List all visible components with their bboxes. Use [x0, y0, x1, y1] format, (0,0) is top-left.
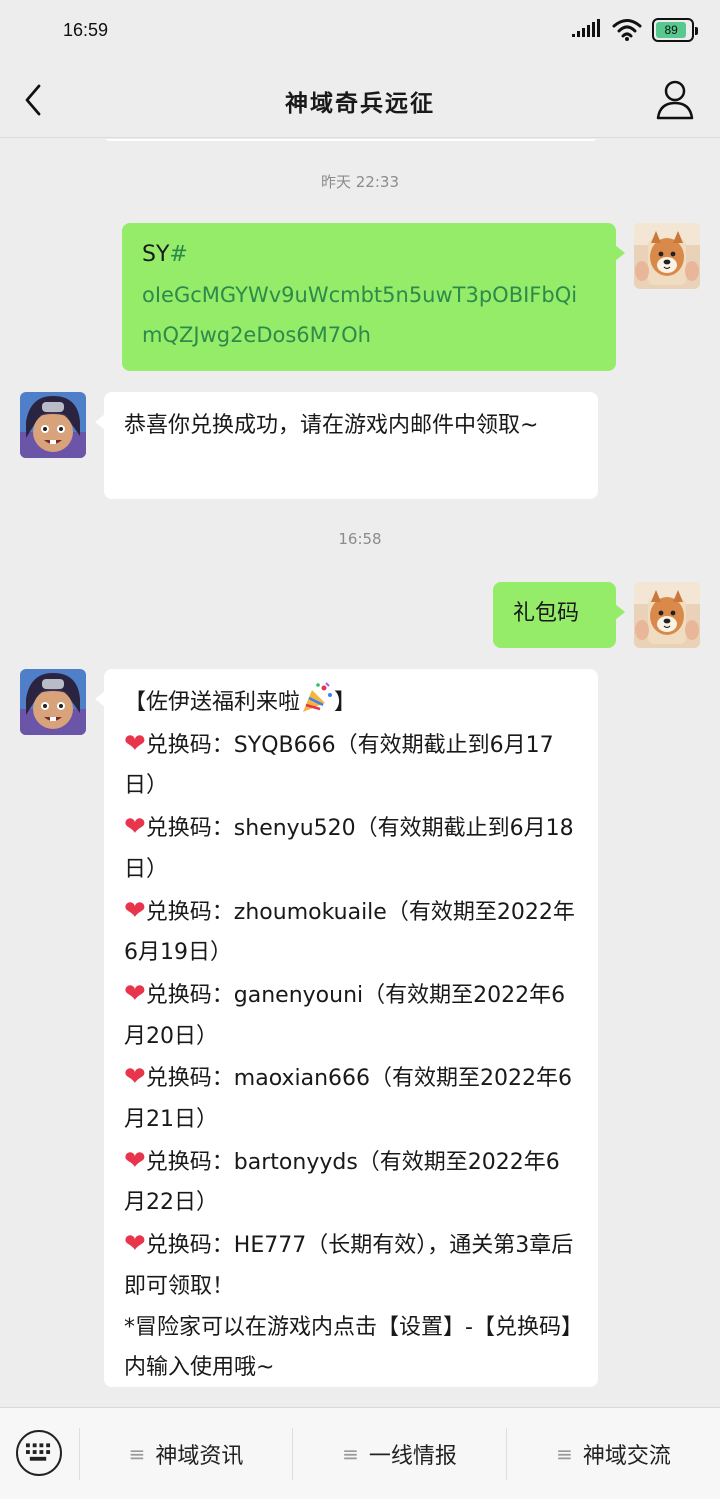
sent-code-bubble[interactable]: SY# oIeGcMGYWv9uWcmbt5n5uwT3pOBIFbQimQZJ… — [122, 223, 625, 371]
gift-codes-bubble[interactable]: 【佐伊送福利来啦 】 ❤兑换码：SYQB666（有效期截止到6月17日） ❤兑换… — [95, 669, 598, 1387]
user-avatar[interactable] — [634, 582, 700, 648]
dog-avatar-icon — [634, 223, 700, 289]
bottom-menu-bar: ≡ 神域资讯 ≡ 一线情报 ≡ 神域交流 — [0, 1407, 720, 1499]
previous-message-bubble — [104, 139, 598, 141]
status-time: 16:59 — [63, 20, 109, 40]
code-value[interactable]: oIeGcMGYWv9uWcmbt5n5uwT3pOBIFbQimQZJwg2e… — [142, 275, 596, 355]
status-bar: 16:59 89 — [0, 0, 720, 64]
gift-title-text: 【佐伊送福利来啦 — [124, 690, 301, 715]
party-popper-icon — [303, 682, 333, 712]
menu-lines-icon: ≡ — [342, 1442, 359, 1466]
gift-title: 【佐伊送福利来啦 】 — [124, 681, 578, 724]
gift-footer: *冒险家可以在游戏内点击【设置】-【兑换码】内输入使用哦~ — [124, 1314, 572, 1381]
chat-title: 神域奇兵远征 — [285, 91, 435, 117]
timestamp: 16:58 — [338, 530, 382, 548]
gift-title-end: 】 — [334, 690, 357, 715]
profile-icon[interactable] — [654, 78, 696, 122]
menu-item-label: 神域资讯 — [155, 1444, 244, 1469]
heart-icon: ❤ — [124, 1229, 146, 1260]
official-account-avatar[interactable] — [20, 669, 86, 735]
wifi-icon — [612, 19, 642, 41]
heart-icon: ❤ — [124, 728, 146, 759]
code-hash: # — [169, 242, 188, 267]
message-list[interactable]: 昨天 22:33 SY# oIeGcMGYWv9uWcmbt5n5uwT3pOB… — [0, 139, 720, 1407]
status-icons: 89 — [572, 18, 698, 42]
battery-icon: 89 — [652, 18, 698, 42]
menu-lines-icon: ≡ — [556, 1442, 573, 1466]
heart-icon: ❤ — [124, 895, 146, 926]
menu-item-frontline-intel[interactable]: ≡ 一线情报 — [293, 1408, 506, 1499]
keyboard-toggle-button[interactable] — [16, 1430, 62, 1476]
user-avatar[interactable] — [634, 223, 700, 289]
reply-text: 恭喜你兑换成功，请在游戏内邮件中领取~ — [124, 413, 539, 438]
gift-entry: ❤兑换码：ganenyouni（有效期至2022年6月20日） — [124, 978, 566, 1049]
heart-icon: ❤ — [124, 1062, 146, 1093]
gift-entry: ❤兑换码：bartonyyds（有效期至2022年6月22日） — [124, 1145, 560, 1216]
game-character-avatar-icon — [20, 392, 86, 458]
gift-entry: ❤兑换码：HE777（长期有效），通关第3章后即可领取！ — [124, 1229, 574, 1299]
keyboard-icon — [26, 1443, 51, 1461]
sent-keyword-bubble[interactable]: 礼包码 — [493, 582, 625, 648]
heart-icon: ❤ — [124, 812, 146, 843]
gift-entry: ❤兑换码：SYQB666（有效期截止到6月17日） — [124, 728, 554, 799]
game-character-avatar-icon — [20, 669, 86, 735]
heart-icon: ❤ — [124, 1145, 146, 1176]
battery-level: 89 — [656, 22, 687, 38]
gift-entry: ❤兑换码：zhoumokuaile（有效期至2022年6月19日） — [124, 895, 575, 966]
menu-lines-icon: ≡ — [128, 1442, 146, 1466]
timestamp: 昨天 22:33 — [321, 173, 399, 191]
reply-bubble[interactable]: 恭喜你兑换成功，请在游戏内邮件中领取~ — [95, 392, 598, 499]
code-prefix: SY — [142, 242, 170, 267]
official-account-avatar[interactable] — [20, 392, 86, 458]
dog-avatar-icon — [634, 582, 700, 648]
sent-keyword-text: 礼包码 — [513, 601, 580, 626]
menu-item-label: 神域交流 — [582, 1444, 671, 1469]
menu-item-shenyu-community[interactable]: ≡ 神域交流 — [507, 1408, 720, 1499]
gift-entry: ❤兑换码：maoxian666（有效期至2022年6月21日） — [124, 1062, 573, 1133]
heart-icon: ❤ — [124, 978, 146, 1009]
menu-item-shenyu-news[interactable]: ≡ 神域资讯 — [80, 1408, 292, 1499]
chat-header: 神域奇兵远征 — [0, 64, 720, 138]
cell-signal-icon — [572, 19, 600, 37]
gift-entry: ❤兑换码：shenyu520（有效期截止到6月18日） — [124, 812, 574, 882]
menu-item-label: 一线情报 — [368, 1444, 457, 1469]
